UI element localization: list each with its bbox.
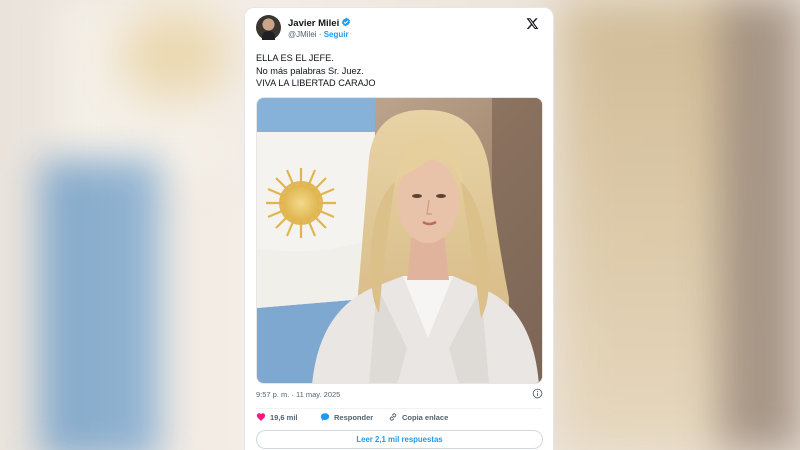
copy-link-button[interactable]: Copia enlace	[388, 412, 448, 422]
blurred-dark-edge	[720, 0, 800, 450]
tweet-actions: 19,6 mil Responder Copia enlace	[256, 412, 546, 426]
follow-link[interactable]: Seguir	[324, 30, 349, 39]
divider	[256, 408, 542, 409]
speech-bubble-icon	[320, 413, 330, 421]
link-icon	[389, 413, 397, 421]
author-name[interactable]: Javier Milei	[288, 18, 339, 29]
tweet-text-line: VIVA LA LIBERTAD CARAJO	[256, 78, 376, 88]
tweet-text-line: No más palabras Sr. Juez.	[256, 65, 364, 76]
x-logo-icon[interactable]	[526, 17, 539, 30]
handle-row: @JMilei · Seguir	[288, 30, 349, 39]
blurred-flag-sun	[120, 10, 230, 100]
tweet-text-line: ELLA ES EL JEFE.	[256, 53, 334, 63]
blurred-flag-blue	[40, 160, 160, 450]
heart-icon	[256, 413, 266, 421]
tweet-text: ELLA ES EL JEFE. No más palabras Sr. Jue…	[256, 52, 375, 90]
author-handle[interactable]: @JMilei	[288, 30, 317, 39]
verified-badge-icon	[342, 17, 350, 27]
tweet-header: Javier Milei @JMilei · Seguir	[256, 15, 543, 47]
like-button[interactable]: 19,6 mil	[256, 412, 298, 422]
tweet-card: Javier Milei @JMilei · Seguir ELLA ES EL…	[244, 7, 554, 450]
reply-label: Responder	[334, 412, 374, 422]
like-count: 19,6 mil	[270, 412, 298, 422]
info-icon[interactable]	[532, 388, 543, 399]
read-replies-button[interactable]: Leer 2,1 mil respuestas	[256, 430, 543, 449]
portrait-illustration	[257, 98, 542, 383]
avatar[interactable]	[256, 15, 281, 40]
tweet-timestamp[interactable]: 9:57 p. m. · 11 may. 2025	[256, 390, 340, 399]
handle-separator: ·	[318, 30, 322, 39]
reply-button[interactable]: Responder	[320, 412, 373, 422]
copy-link-label: Copia enlace	[402, 412, 449, 422]
blurred-portrait	[560, 0, 740, 450]
tweet-photo[interactable]	[256, 97, 543, 384]
